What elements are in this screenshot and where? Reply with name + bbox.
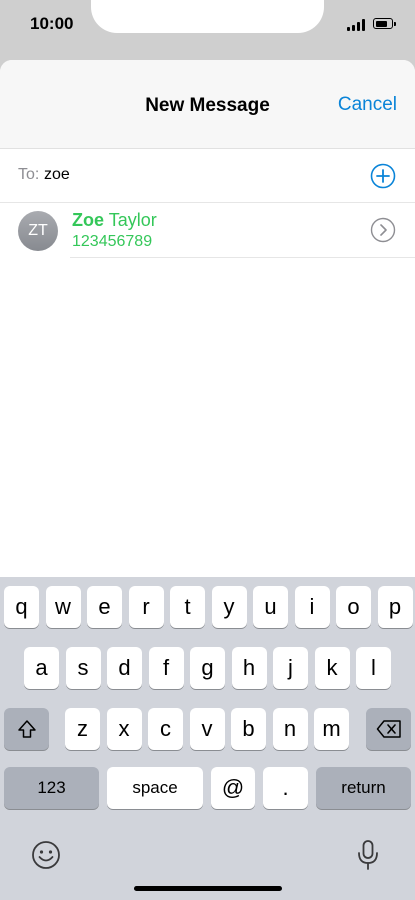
key-g[interactable]: g [190, 647, 225, 689]
dot-key[interactable]: . [263, 767, 308, 809]
signal-icon [347, 19, 367, 31]
numbers-key[interactable]: 123 [4, 767, 99, 809]
key-x[interactable]: x [106, 708, 142, 750]
contact-suggestion[interactable]: ZT Zoe Taylor 123456789 [0, 203, 415, 258]
key-r[interactable]: r [128, 586, 164, 628]
contact-number: 123456789 [72, 233, 153, 250]
key-p[interactable]: p [377, 586, 413, 628]
key-k[interactable]: k [314, 647, 350, 689]
key-m[interactable]: m [314, 708, 349, 750]
contact-name-rest: Taylor [104, 210, 157, 230]
microphone-icon [358, 840, 378, 870]
contact-details-button[interactable] [370, 217, 396, 243]
emoji-icon [32, 841, 60, 869]
key-c[interactable]: c [148, 708, 183, 750]
space-key[interactable]: space [107, 767, 203, 809]
key-d[interactable]: d [107, 647, 142, 689]
divider [70, 257, 415, 258]
key-z[interactable]: z [65, 708, 100, 750]
cancel-button[interactable]: Cancel [338, 94, 397, 116]
nav-bar: New Message Cancel [0, 60, 415, 149]
status-time: 10:00 [30, 14, 74, 33]
plus-circle-icon [370, 163, 396, 189]
shift-key[interactable] [4, 708, 49, 750]
chevron-right-circle-icon [370, 217, 396, 243]
return-key[interactable]: return [316, 767, 411, 809]
key-f[interactable]: f [148, 647, 184, 689]
key-e[interactable]: e [87, 586, 122, 628]
key-b[interactable]: b [231, 708, 266, 750]
add-contact-button[interactable] [370, 163, 396, 189]
delete-key[interactable] [366, 708, 411, 750]
notch [91, 0, 324, 33]
status-bar: 10:00 [0, 0, 415, 50]
recipient-input[interactable] [44, 163, 344, 187]
key-s[interactable]: s [65, 647, 101, 689]
key-n[interactable]: n [272, 708, 308, 750]
shift-icon [17, 720, 36, 738]
key-o[interactable]: o [336, 586, 371, 628]
key-q[interactable]: q [4, 586, 39, 628]
battery-level [375, 20, 388, 27]
key-i[interactable]: i [294, 586, 330, 628]
home-indicator [134, 886, 282, 891]
key-a[interactable]: a [24, 647, 59, 689]
contact-name: Zoe Taylor [72, 210, 157, 231]
key-w[interactable]: w [45, 586, 81, 628]
at-key[interactable]: @ [211, 767, 255, 809]
to-label: To: [18, 166, 40, 183]
contact-name-match: Zoe [72, 210, 105, 230]
recipient-row: To: [0, 149, 415, 203]
key-j[interactable]: j [273, 647, 308, 689]
backspace-icon [376, 720, 401, 738]
key-v[interactable]: v [189, 708, 225, 750]
key-u[interactable]: u [253, 586, 288, 628]
avatar: ZT [18, 211, 58, 251]
key-t[interactable]: t [170, 586, 205, 628]
key-y[interactable]: y [211, 586, 247, 628]
emoji-button[interactable] [31, 840, 61, 875]
dictation-button[interactable] [356, 839, 380, 876]
key-l[interactable]: l [356, 647, 391, 689]
battery-icon [373, 18, 396, 29]
key-h[interactable]: h [231, 647, 267, 689]
keyboard: qwertyuiop asdfghjkl zxcvbnm 123 space @ .… [0, 577, 415, 900]
